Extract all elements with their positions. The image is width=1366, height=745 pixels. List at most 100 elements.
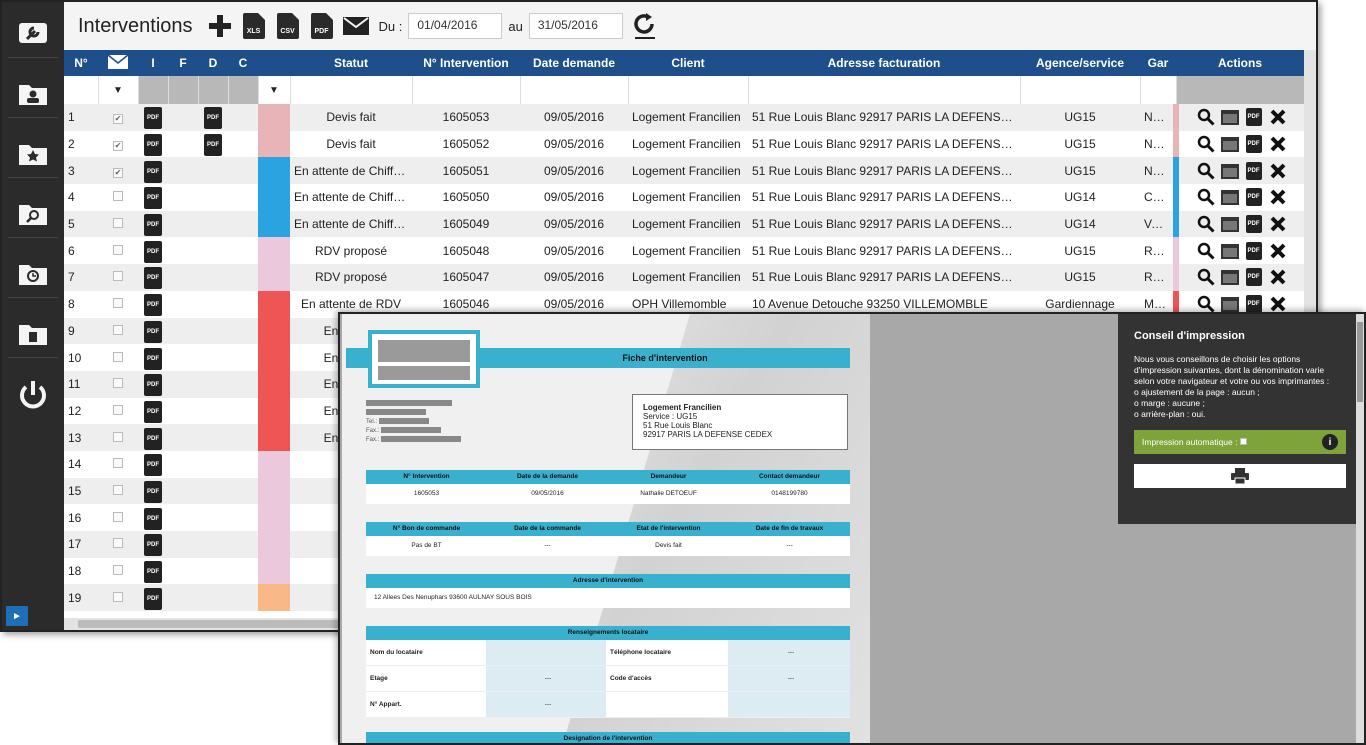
mail-cell[interactable] — [98, 584, 138, 612]
filter-cell[interactable] — [520, 76, 629, 104]
date-to-input[interactable]: 31/05/2016 — [528, 13, 623, 39]
calendar-icon[interactable] — [1220, 187, 1240, 207]
search-folder-icon[interactable] — [8, 188, 58, 238]
mail-cell[interactable]: ✔ — [98, 157, 138, 185]
d-cell[interactable] — [198, 477, 228, 505]
mail-checkbox[interactable] — [113, 271, 123, 282]
date-from-input[interactable]: 01/04/2016 — [408, 13, 503, 39]
column-header[interactable]: Gar — [1140, 50, 1176, 76]
delete-icon[interactable] — [1268, 267, 1288, 287]
print-button[interactable] — [1134, 464, 1346, 488]
table-row[interactable]: 2 ✔ PDF PDF Devis fait 1605052 09/05/2016 Logem… — [64, 130, 1304, 158]
i-cell[interactable]: PDF — [138, 397, 168, 425]
i-cell[interactable]: PDF — [138, 531, 168, 558]
pdf-icon[interactable]: PDF — [144, 107, 162, 130]
pdf-icon[interactable]: PDF — [144, 187, 162, 210]
i-cell[interactable]: PDF — [138, 317, 168, 345]
mail-cell[interactable] — [98, 317, 138, 345]
d-cell[interactable] — [198, 370, 228, 398]
d-cell[interactable] — [198, 237, 228, 265]
view-icon[interactable] — [1196, 134, 1216, 154]
calendar-icon[interactable] — [1220, 107, 1240, 127]
filter-cell[interactable] — [1176, 76, 1305, 104]
d-cell[interactable] — [198, 344, 228, 371]
column-header[interactable]: N° — [64, 50, 98, 76]
pdf-icon[interactable]: PDF — [144, 534, 162, 557]
pdf-icon[interactable]: PDF — [204, 107, 222, 130]
d-cell[interactable] — [198, 157, 228, 185]
table-row[interactable]: 7 PDF RDV proposé 1605047 09/05/2016 Logement… — [64, 264, 1304, 291]
table-row[interactable]: 4 PDF En attente de Chiffr… 1605050 09/05/20… — [64, 184, 1304, 211]
delete-icon[interactable] — [1268, 187, 1288, 207]
i-cell[interactable]: PDF — [138, 504, 168, 531]
column-header[interactable]: N° Intervention — [412, 50, 520, 76]
pdf-icon[interactable]: PDF — [144, 427, 162, 450]
delete-icon[interactable] — [1268, 161, 1288, 181]
pdf-icon[interactable]: PDF — [144, 480, 162, 503]
filter-cell[interactable] — [290, 76, 413, 104]
info-icon[interactable]: i — [1322, 434, 1338, 450]
d-cell[interactable] — [198, 184, 228, 211]
table-row[interactable]: 5 PDF En attente de Chiffr… 1605049 09/05/20… — [64, 210, 1304, 238]
refresh-icon[interactable] — [631, 12, 659, 40]
column-header[interactable]: Date demande — [520, 50, 628, 76]
pdf-icon[interactable]: PDF — [1244, 187, 1264, 207]
pdf-icon[interactable]: PDF — [144, 561, 162, 584]
mail-checkbox[interactable] — [113, 538, 123, 549]
d-cell[interactable] — [198, 424, 228, 451]
i-cell[interactable]: PDF — [138, 130, 168, 158]
pdf-icon[interactable]: PDF — [144, 454, 162, 477]
power-icon[interactable] — [8, 370, 58, 420]
view-icon[interactable] — [1196, 187, 1216, 207]
column-header[interactable]: Adresse facturation — [748, 50, 1020, 76]
mail-cell[interactable] — [98, 424, 138, 451]
mail-cell[interactable] — [98, 237, 138, 265]
pdf-icon[interactable]: PDF — [1244, 107, 1264, 127]
mail-cell[interactable] — [98, 184, 138, 211]
pdf-icon[interactable]: PDF — [1244, 134, 1264, 154]
view-icon[interactable] — [1196, 241, 1216, 261]
mail-checkbox[interactable] — [113, 191, 123, 202]
export-pdf-icon[interactable]: PDF — [308, 12, 336, 40]
i-cell[interactable]: PDF — [138, 264, 168, 291]
pdf-icon[interactable]: PDF — [144, 507, 162, 530]
pdf-icon[interactable]: PDF — [204, 134, 222, 157]
expand-sidebar-button[interactable]: ► — [6, 606, 28, 626]
delete-icon[interactable] — [1268, 241, 1288, 261]
export-xls-icon[interactable]: XLS — [240, 12, 268, 40]
i-cell[interactable]: PDF — [138, 424, 168, 451]
filter-cell[interactable] — [64, 76, 99, 104]
d-cell[interactable]: PDF — [198, 130, 228, 158]
mail-checkbox[interactable] — [113, 565, 123, 576]
mail-checkbox[interactable] — [113, 484, 123, 495]
i-cell[interactable]: PDF — [138, 370, 168, 398]
filter-cell[interactable] — [748, 76, 1021, 104]
mail-checkbox[interactable] — [113, 458, 123, 469]
pdf-icon[interactable]: PDF — [144, 587, 162, 610]
pdf-icon[interactable]: PDF — [144, 214, 162, 237]
i-cell[interactable]: PDF — [138, 344, 168, 371]
calendar-icon[interactable] — [1220, 267, 1240, 287]
mail-cell[interactable] — [98, 504, 138, 531]
d-cell[interactable] — [198, 450, 228, 478]
auto-print-checkbox[interactable] — [1239, 438, 1247, 445]
filter-dropdown[interactable]: ▼ — [258, 76, 291, 104]
mail-checkbox[interactable] — [113, 431, 123, 442]
mail-cell[interactable] — [98, 344, 138, 371]
mail-checkbox[interactable]: ✔ — [113, 141, 123, 152]
d-cell[interactable] — [198, 584, 228, 612]
pdf-icon[interactable]: PDF — [144, 240, 162, 263]
view-icon[interactable] — [1196, 161, 1216, 181]
calendar-icon[interactable] — [1220, 241, 1240, 261]
calendar-icon[interactable] — [1220, 134, 1240, 154]
i-cell[interactable]: PDF — [138, 477, 168, 505]
filter-dropdown[interactable]: ▼ — [98, 76, 139, 104]
i-cell[interactable]: PDF — [138, 557, 168, 585]
mail-checkbox[interactable] — [113, 591, 123, 602]
delete-icon[interactable] — [1268, 214, 1288, 234]
column-header[interactable]: F — [168, 50, 198, 76]
i-cell[interactable]: PDF — [138, 157, 168, 185]
mail-cell[interactable] — [98, 450, 138, 478]
wrench-icon[interactable] — [8, 8, 58, 58]
mail-cell[interactable] — [98, 290, 138, 318]
